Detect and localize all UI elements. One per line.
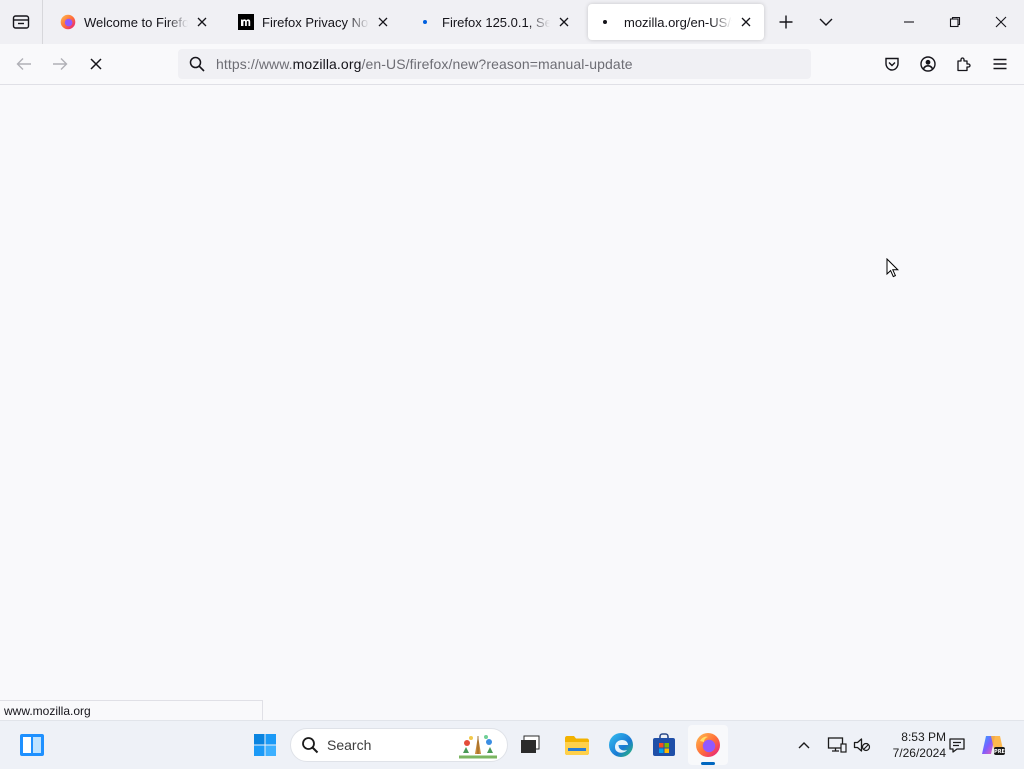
- edge-icon: [609, 733, 633, 757]
- tab-title: Firefox Privacy Notice — Mozilla: [262, 14, 369, 30]
- navigation-toolbar: https://www.mozilla.org/en-US/firefox/ne…: [0, 44, 1024, 85]
- clock[interactable]: 8:53 PM 7/26/2024: [880, 729, 946, 761]
- url-text[interactable]: https://www.mozilla.org/en-US/firefox/ne…: [216, 56, 633, 72]
- address-bar[interactable]: https://www.mozilla.org/en-US/firefox/ne…: [178, 49, 811, 79]
- widgets-icon: [20, 734, 44, 756]
- minimize-icon: [904, 21, 914, 23]
- hamburger-menu-icon: [993, 58, 1007, 70]
- file-explorer-button[interactable]: [557, 725, 597, 765]
- network-icon: [827, 737, 847, 753]
- tab-separator: [42, 0, 43, 44]
- pocket-icon: [885, 57, 899, 71]
- task-view-icon: [521, 735, 540, 753]
- firefox-view-icon: [12, 15, 30, 29]
- copilot-icon: PRE: [982, 736, 1006, 755]
- copilot-button[interactable]: PRE: [976, 729, 1010, 761]
- file-explorer-icon: [565, 736, 589, 755]
- notifications-button[interactable]: [944, 729, 970, 761]
- stop-button[interactable]: [80, 48, 112, 80]
- mouse-pointer-icon: [886, 257, 900, 283]
- chevron-down-icon: [819, 18, 833, 26]
- search-placeholder: Search: [327, 737, 372, 753]
- close-tab-icon[interactable]: [373, 12, 393, 32]
- speaker-muted-icon: [853, 738, 871, 752]
- status-text: www.mozilla.org: [4, 704, 91, 718]
- search-icon: [178, 49, 216, 79]
- close-icon: [995, 16, 1007, 28]
- mozilla-m-icon: [238, 14, 254, 30]
- close-tab-icon[interactable]: [736, 12, 756, 32]
- url-prefix: https://www.: [216, 56, 293, 72]
- active-app-indicator: [701, 762, 715, 765]
- chevron-up-icon: [798, 742, 810, 749]
- tab-strip: Welcome to Firefox Firefox Privacy Notic…: [0, 0, 1024, 44]
- tab-welcome-to-firefox[interactable]: Welcome to Firefox: [48, 4, 220, 40]
- svg-text:PRE: PRE: [994, 749, 1006, 755]
- start-button[interactable]: [245, 725, 285, 765]
- restore-button[interactable]: [932, 0, 978, 44]
- new-tab-button[interactable]: [770, 6, 802, 38]
- tab-mozilla-firefox-new[interactable]: mozilla.org/en-US/firefox/new: [588, 4, 764, 40]
- arrow-right-icon: [53, 58, 68, 70]
- stop-icon: [90, 58, 102, 70]
- status-panel: www.mozilla.org: [0, 700, 263, 720]
- firefox-icon: [60, 14, 76, 30]
- close-tab-icon[interactable]: [554, 12, 574, 32]
- taskbar-search-box[interactable]: Search: [290, 728, 508, 762]
- task-view-button[interactable]: [510, 725, 550, 765]
- show-hidden-icons-button[interactable]: [792, 729, 816, 761]
- search-highlight-icon: [457, 733, 499, 762]
- tab-firefox-privacy-notice[interactable]: Firefox Privacy Notice — Mozilla: [226, 4, 401, 40]
- widgets-button[interactable]: [12, 725, 52, 765]
- search-icon: [302, 737, 319, 754]
- clock-time: 8:53 PM: [901, 730, 946, 744]
- close-window-button[interactable]: [978, 0, 1024, 44]
- firefox-icon: [696, 733, 720, 757]
- tab-title: Welcome to Firefox: [84, 14, 188, 30]
- back-button[interactable]: [8, 48, 40, 80]
- network-status-button[interactable]: [824, 729, 850, 761]
- notification-icon: [949, 738, 965, 753]
- app-menu-button[interactable]: [984, 48, 1016, 80]
- forward-button[interactable]: [44, 48, 76, 80]
- volume-button[interactable]: [850, 729, 874, 761]
- windows-start-icon: [254, 734, 276, 756]
- tab-title: Firefox 125.0.1, See All New Features: [442, 14, 550, 30]
- close-tab-icon[interactable]: [192, 12, 212, 32]
- puzzle-icon: [957, 57, 971, 72]
- clock-date: 7/26/2024: [892, 746, 946, 760]
- list-all-tabs-button[interactable]: [810, 6, 842, 38]
- url-path: /en-US/firefox/new?reason=manual-update: [361, 56, 633, 72]
- store-icon: [653, 733, 675, 756]
- minimize-button[interactable]: [886, 0, 932, 44]
- microsoft-store-button[interactable]: [644, 725, 684, 765]
- account-icon: [920, 56, 936, 72]
- account-button[interactable]: [912, 48, 944, 80]
- extensions-button[interactable]: [948, 48, 980, 80]
- page-content: [0, 85, 1024, 720]
- loading-icon: [418, 14, 434, 30]
- taskbar: Search 8:53 PM 7/26/2024 PRE: [0, 720, 1024, 769]
- tab-title: mozilla.org/en-US/firefox/new: [624, 14, 732, 30]
- tab-firefox-125-release-notes[interactable]: Firefox 125.0.1, See All New Features: [406, 4, 582, 40]
- firefox-taskbar-button[interactable]: [688, 725, 728, 765]
- arrow-left-icon: [16, 58, 31, 70]
- url-host: mozilla.org: [292, 56, 362, 72]
- pocket-button[interactable]: [876, 48, 908, 80]
- firefox-view-button[interactable]: [0, 0, 42, 44]
- edge-button[interactable]: [601, 725, 641, 765]
- loading-icon: [600, 14, 616, 30]
- restore-icon: [949, 16, 961, 28]
- plus-icon: [779, 15, 793, 29]
